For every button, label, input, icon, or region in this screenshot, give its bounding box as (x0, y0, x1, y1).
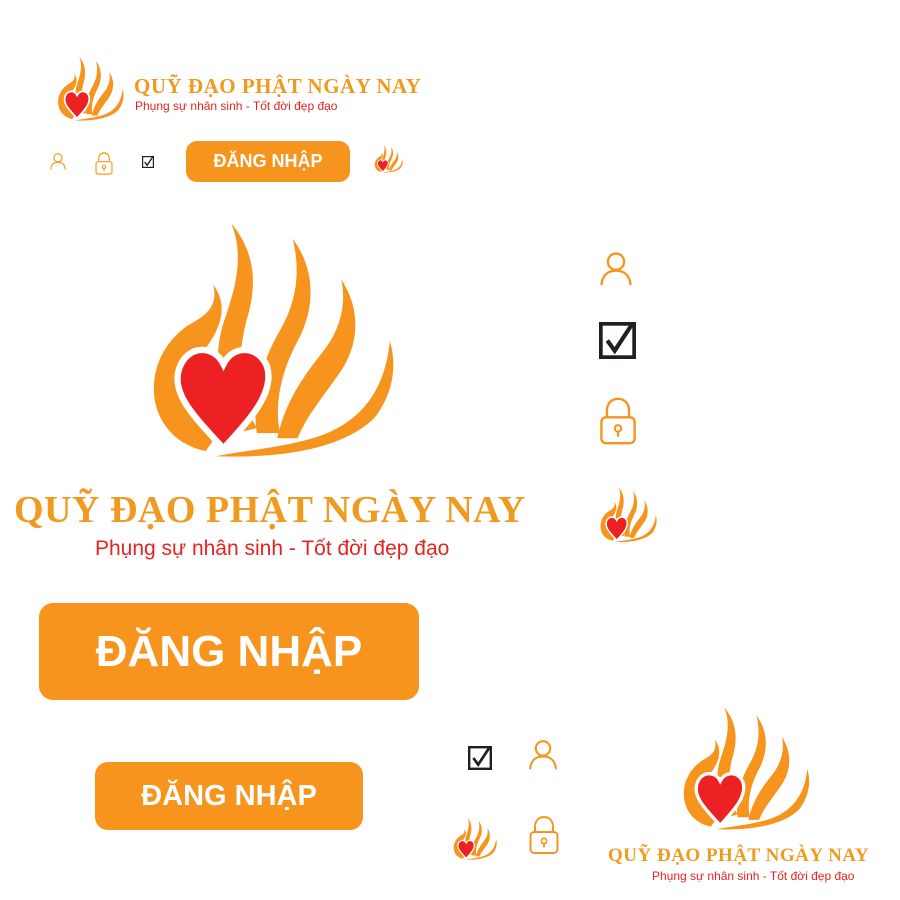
brand-tagline-medium: Phụng sự nhân sinh - Tốt đời đẹp đạo (652, 869, 855, 883)
lock-icon (599, 397, 637, 445)
brand-logo-large (128, 213, 406, 469)
flame-heart-logo (668, 702, 818, 836)
brand-title-large: QUỸ ĐẠO PHẬT NGÀY NAY (14, 489, 526, 531)
flame-heart-logo (128, 213, 406, 469)
lock-icon (95, 152, 113, 175)
flame-heart-logo-icon (594, 485, 660, 545)
login-button-medium[interactable]: ĐĂNG NHẬP (95, 762, 363, 830)
login-button-small[interactable]: ĐĂNG NHẬP (186, 141, 350, 182)
checked-checkbox-icon[interactable] (468, 746, 492, 770)
flame-heart-logo-icon (371, 144, 405, 174)
brand-logo-small (50, 54, 128, 124)
lock-icon (529, 815, 559, 855)
brand-title-medium: QUỸ ĐẠO PHẬT NGÀY NAY (608, 845, 870, 866)
checked-checkbox-icon[interactable] (142, 156, 154, 168)
flame-heart-logo (50, 54, 128, 124)
brand-tagline: Phụng sự nhân sinh - Tốt đời đẹp đạo (135, 99, 338, 113)
brand-title: QUỸ ĐẠO PHẬT NGÀY NAY (134, 74, 422, 98)
user-icon (598, 250, 634, 286)
checked-checkbox-icon[interactable] (599, 322, 636, 359)
brand-logo-medium (668, 702, 818, 836)
user-icon (49, 152, 67, 170)
brand-tagline-large: Phụng sự nhân sinh - Tốt đời đẹp đạo (95, 537, 450, 560)
user-icon (527, 737, 559, 771)
flame-heart-logo-icon (448, 816, 500, 862)
login-button-large[interactable]: ĐĂNG NHẬP (39, 603, 419, 700)
